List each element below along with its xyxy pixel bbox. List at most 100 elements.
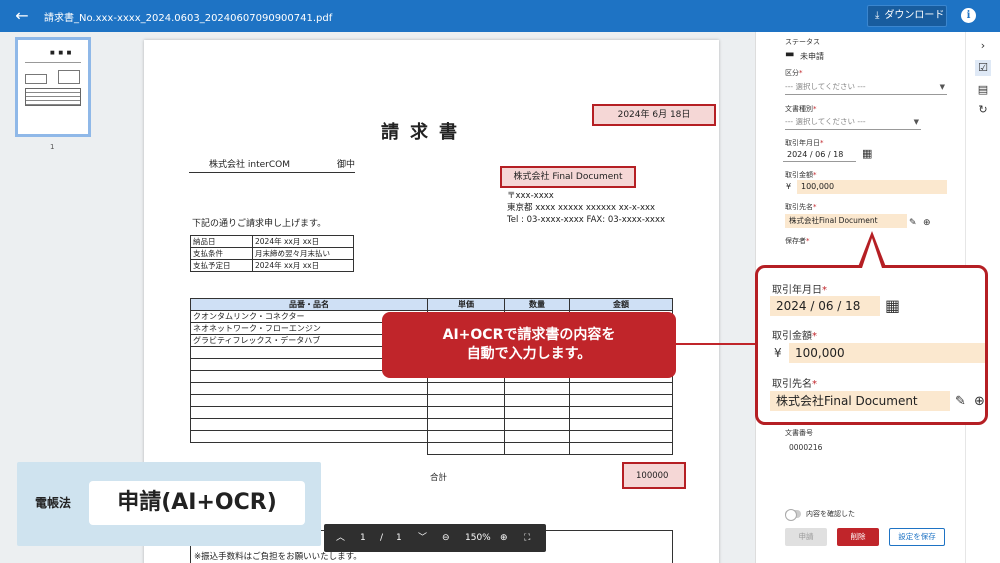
col-header-price: 単価 [427, 298, 505, 311]
chevron-down-icon: ▼ [939, 83, 945, 91]
download-button[interactable]: ⤓ ダウンロード [867, 5, 947, 27]
col-header-item: 品番・品名 [190, 298, 428, 311]
page-separator: / [380, 533, 384, 543]
recipient-suffix: 御中 [336, 160, 355, 170]
add-icon[interactable]: ⊕ [923, 218, 931, 228]
address-line: Tel : 03-xxxx-xxxx FAX: 03-xxxx-xxxx [507, 215, 666, 225]
invoice-date: 2024年 6月 18日 [592, 104, 716, 126]
ai-ocr-callout: AI+OCRで請求書の内容を 自動で入力します。 [382, 312, 676, 378]
zoom-in-icon[interactable]: ⊕ [500, 531, 508, 545]
thumb-block [25, 74, 47, 84]
terms-label: 支払条件 [190, 247, 253, 260]
badge-category: 電帳法 [35, 496, 72, 510]
amount-field[interactable]: 100,000 [797, 180, 947, 194]
zoom-currency: ¥ [774, 346, 782, 360]
zoom-partner-label: 取引先名* [772, 379, 817, 390]
address-line: 〒xxx-xxxx [507, 191, 554, 201]
terms-table: 納品日 2024年 xx月 xx日 支払条件 月末締め翌々月末払い 支払予定日 202… [190, 235, 354, 272]
back-arrow-icon[interactable]: ← [12, 6, 32, 26]
zoom-date-field: 2024 / 06 / 18 [770, 296, 880, 316]
invoice-recipient: 株式会社 interCOM 御中 [189, 157, 355, 173]
confirm-toggle[interactable] [785, 509, 801, 521]
col-header-qty: 数量 [504, 298, 570, 311]
docnum-label: 文書番号 [785, 429, 813, 437]
comment-icon[interactable]: ▤ [975, 82, 991, 98]
category-select[interactable]: --- 選択してください --- ▼ [785, 81, 947, 95]
status-label: ステータス [785, 38, 820, 46]
confirm-label: 内容を確認した [806, 510, 855, 518]
terms-label: 支払予定日 [190, 259, 253, 272]
category-placeholder: --- 選択してください --- [785, 82, 866, 91]
recipient-company: 株式会社 interCOM [209, 160, 290, 170]
zoom-calendar-icon: ▦ [885, 296, 901, 315]
chevron-down-icon: ▼ [913, 118, 919, 126]
table-header-row: 品番・品名 単価 数量 金額 [190, 298, 673, 311]
calendar-icon[interactable]: ▦ [862, 147, 872, 160]
zoom-level: 150% [465, 533, 491, 543]
table-row [190, 430, 673, 443]
zoom-amount-field: 100,000 [789, 343, 985, 363]
edit-icon[interactable]: ✎ [909, 218, 917, 228]
thumb-block [58, 70, 80, 84]
date-field[interactable]: 2024 / 06 / 18 [783, 148, 856, 162]
status-value: 未申請 [800, 52, 824, 61]
doctype-placeholder: --- 選択してください --- [785, 117, 866, 126]
refresh-icon[interactable]: ↻ [975, 102, 991, 118]
download-label: ダウンロード [884, 10, 945, 21]
delete-button[interactable]: 削除 [837, 528, 879, 546]
page-thumbnail[interactable]: ■ ■ ■ [15, 37, 91, 137]
doctype-label: 文書種別* [785, 105, 817, 113]
partner-field[interactable]: 株式会社Final Document [785, 214, 907, 228]
terms-label: 納品日 [190, 235, 253, 248]
total-pages: 1 [396, 533, 402, 543]
current-page[interactable]: 1 [360, 531, 366, 545]
save-settings-button[interactable]: 設定を保存 [889, 528, 945, 546]
inbox-icon: ▬ [785, 49, 795, 60]
total-label: 合計 [430, 473, 448, 483]
address-line: 東京都 xxxx xxxxx xxxxxx xx-x-xxx [507, 203, 656, 213]
zoom-pointer-inner [862, 238, 882, 268]
badge-title: 申請(AI+OCR) [89, 481, 305, 525]
feature-badge: 電帳法 申請(AI+OCR) [17, 462, 321, 546]
prev-page-icon[interactable]: ︿ [336, 531, 345, 545]
thumb-title-mark: ■ ■ ■ [50, 50, 73, 56]
keeper-label: 保存者* [785, 237, 810, 245]
doctype-select[interactable]: --- 選択してください --- ▼ [785, 116, 921, 130]
zoom-edit-icon: ✎ [955, 394, 966, 409]
docnum-value: 0000216 [789, 443, 823, 452]
table-row [190, 442, 673, 455]
callout-line-1: AI+OCRで請求書の内容を [442, 327, 616, 343]
thumbnail-page-number: 1 [50, 143, 55, 151]
date-label: 取引年月日* [785, 139, 824, 147]
chevron-right-icon[interactable]: › [975, 38, 991, 54]
next-page-icon[interactable]: ﹀ [418, 531, 427, 545]
pdf-toolbar: ︿ 1 / 1 ﹀ ⊖ 150% ⊕ ⛶ [324, 524, 546, 552]
checklist-icon[interactable]: ☑ [975, 60, 991, 76]
thumb-table [25, 88, 81, 106]
table-row [190, 418, 673, 431]
zoom-add-icon: ⊕ [974, 394, 985, 409]
table-row: 納品日 2024年 xx月 xx日 [190, 235, 354, 248]
category-label: 区分* [785, 69, 803, 77]
fit-page-icon[interactable]: ⛶ [524, 531, 530, 545]
callout-line-2: 自動で入力します。 [466, 346, 592, 362]
table-row [190, 382, 673, 395]
zoom-date-label: 取引年月日* [772, 285, 827, 296]
zoom-partner-field: 株式会社Final Document [770, 391, 950, 411]
table-row: 支払条件 月末締め翌々月末払い [190, 247, 354, 260]
zoom-amount-label: 取引金額* [772, 331, 817, 342]
amount-label: 取引金額* [785, 171, 817, 179]
terms-value: 月末締め翌々月末払い [252, 247, 354, 260]
top-bar: ← 請求書_No.xxx-xxxx_2024.0603_202406070909… [0, 0, 1000, 32]
info-icon[interactable]: i [961, 8, 976, 23]
table-row [190, 394, 673, 407]
apply-button[interactable]: 申請 [785, 528, 827, 546]
table-row [190, 406, 673, 419]
partner-label: 取引先名* [785, 203, 817, 211]
issuer-address: 〒xxx-xxxx 東京都 xxxx xxxxx xxxxxx xx-x-xxx… [507, 190, 665, 226]
table-row: 支払予定日 2024年 xx月 xx日 [190, 259, 354, 272]
total-value: 100000 [636, 471, 669, 481]
invoice-title: 請求書 [381, 122, 468, 143]
zoom-out-icon[interactable]: ⊖ [442, 531, 450, 545]
invoice-greeting: 下記の通りご請求申し上げます。 [192, 219, 327, 229]
